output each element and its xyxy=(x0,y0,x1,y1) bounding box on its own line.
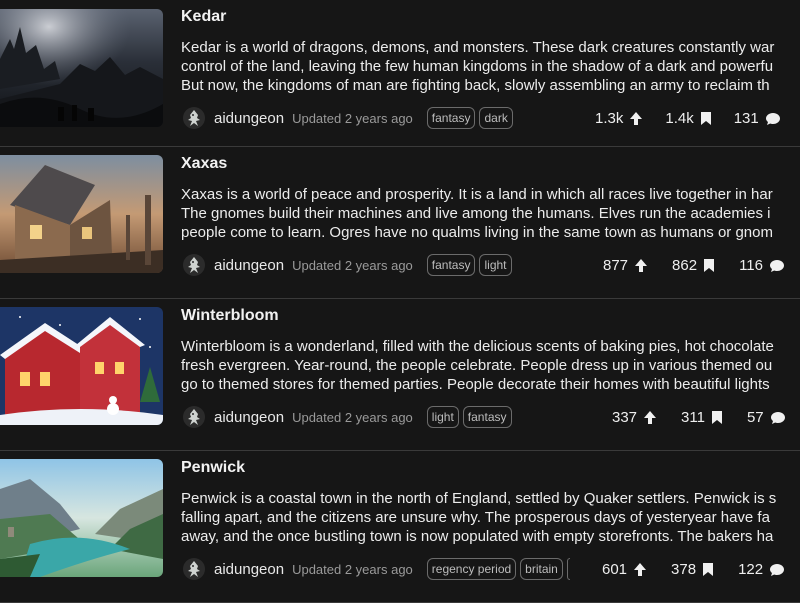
arrow-up-icon xyxy=(634,562,647,576)
tag-badge[interactable]: fantasy xyxy=(426,254,476,276)
world-title[interactable]: Winterbloom xyxy=(181,307,279,325)
comment-button[interactable]: 122 xyxy=(738,561,785,578)
tag-badge[interactable]: light xyxy=(479,254,512,276)
world-card[interactable]: Winterbloom Winterbloom is a wonderland,… xyxy=(0,299,800,451)
world-list: Kedar Kedar is a world of dragons, demon… xyxy=(0,0,800,603)
save-button[interactable]: 1.4k xyxy=(665,110,711,127)
author-link[interactable]: aidungeon xyxy=(214,257,284,274)
updated-time: Updated 2 years ago xyxy=(292,257,413,273)
author-link[interactable]: aidungeon xyxy=(214,409,284,426)
world-thumbnail[interactable] xyxy=(0,459,163,577)
world-stats: 601 378 122 xyxy=(602,555,785,583)
tag-badge-partial[interactable] xyxy=(566,558,570,580)
updated-time: Updated 2 years ago xyxy=(292,110,413,126)
world-description: Kedar is a world of dragons, demons, and… xyxy=(181,39,775,94)
tag-badge[interactable]: fantasy xyxy=(426,107,476,129)
cottage-sunset-image xyxy=(0,155,163,273)
bookmark-icon xyxy=(704,258,715,272)
world-stats: 877 862 116 xyxy=(603,251,785,279)
arrow-up-icon xyxy=(630,111,643,125)
coastal-valley-image xyxy=(0,459,163,577)
snowy-christmas-house-image xyxy=(0,307,163,425)
bookmark-icon xyxy=(711,410,722,424)
world-title[interactable]: Kedar xyxy=(181,8,226,26)
comment-bubble-icon xyxy=(765,112,780,125)
bookmark-icon xyxy=(700,111,711,125)
updated-time: Updated 2 years ago xyxy=(292,409,413,425)
world-stats: 1.3k 1.4k 131 xyxy=(595,104,781,132)
comment-button[interactable]: 131 xyxy=(734,110,781,127)
upvote-button[interactable]: 877 xyxy=(603,257,648,274)
tag-badge[interactable]: light xyxy=(426,406,459,428)
world-thumbnail[interactable] xyxy=(0,155,163,273)
world-description: Xaxas is a world of peace and prosperity… xyxy=(181,186,773,241)
author-link[interactable]: aidungeon xyxy=(214,110,284,127)
world-stats: 337 311 57 xyxy=(612,403,786,431)
upvote-button[interactable]: 601 xyxy=(602,561,647,578)
comment-button[interactable]: 116 xyxy=(739,257,785,274)
dark-castle-image xyxy=(0,9,163,127)
upvote-button[interactable]: 1.3k xyxy=(595,110,643,127)
tag-badge[interactable]: britain xyxy=(520,558,563,580)
avatar-dungeon-icon[interactable] xyxy=(183,406,205,428)
avatar-dungeon-icon[interactable] xyxy=(183,107,205,129)
world-description: Winterbloom is a wonderland, filled with… xyxy=(181,338,774,393)
comment-bubble-icon xyxy=(769,259,784,272)
world-description: Penwick is a coastal town in the north o… xyxy=(181,490,777,545)
updated-time: Updated 2 years ago xyxy=(292,561,413,577)
world-card[interactable]: Penwick Penwick is a coastal town in the… xyxy=(0,451,800,603)
save-button[interactable]: 311 xyxy=(681,409,723,426)
avatar-dungeon-icon[interactable] xyxy=(183,558,205,580)
world-title[interactable]: Penwick xyxy=(181,459,245,477)
tag-badge[interactable]: fantasy xyxy=(462,406,512,428)
world-card[interactable]: Kedar Kedar is a world of dragons, demon… xyxy=(0,0,800,147)
arrow-up-icon xyxy=(635,258,648,272)
tag-badge[interactable]: regency period xyxy=(426,558,517,580)
bookmark-icon xyxy=(703,562,714,576)
world-title[interactable]: Xaxas xyxy=(181,155,227,173)
comment-bubble-icon xyxy=(770,411,785,424)
tag-badge[interactable]: dark xyxy=(479,107,513,129)
world-thumbnail[interactable] xyxy=(0,9,163,127)
comment-bubble-icon xyxy=(770,563,785,576)
world-thumbnail[interactable] xyxy=(0,307,163,425)
save-button[interactable]: 378 xyxy=(671,561,714,578)
save-button[interactable]: 862 xyxy=(672,257,715,274)
world-card[interactable]: Xaxas Xaxas is a world of peace and pros… xyxy=(0,147,800,299)
author-link[interactable]: aidungeon xyxy=(214,561,284,578)
arrow-up-icon xyxy=(644,410,657,424)
comment-button[interactable]: 57 xyxy=(747,409,786,426)
avatar-dungeon-icon[interactable] xyxy=(183,254,205,276)
upvote-button[interactable]: 337 xyxy=(612,409,657,426)
